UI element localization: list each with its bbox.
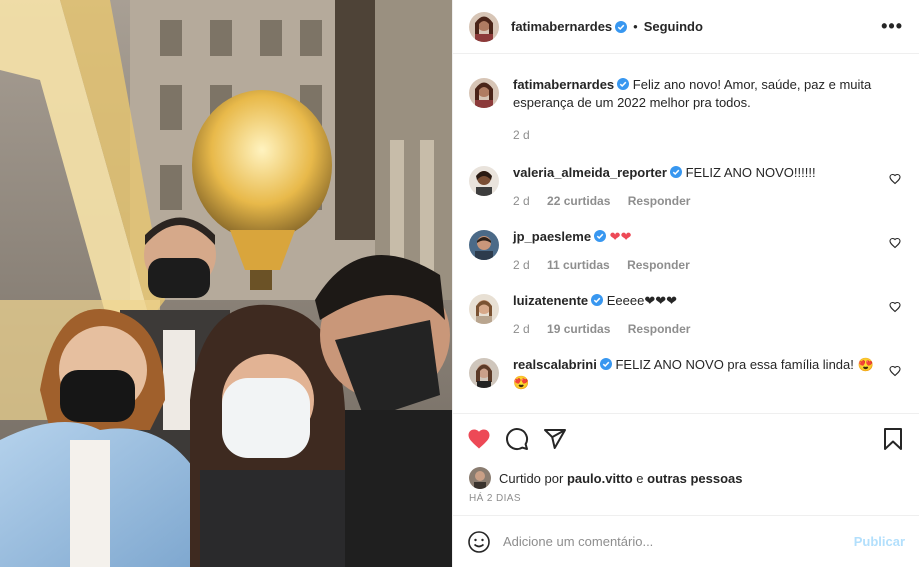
heart-outline-icon[interactable] [889, 301, 901, 313]
comment-body: realscalabrini FELIZ ANO NOVO pra essa f… [513, 356, 903, 392]
author-avatar[interactable] [469, 11, 499, 42]
verified-icon [594, 229, 607, 242]
emoji-icon[interactable] [467, 530, 491, 554]
verified-icon [599, 357, 612, 370]
more-options-icon[interactable]: ••• [881, 16, 903, 37]
heart-outline-icon[interactable] [889, 365, 901, 377]
comment-time[interactable]: 2 d [513, 258, 530, 272]
reply-button[interactable]: Responder [628, 322, 691, 336]
photo-illustration [0, 0, 452, 567]
commenter-avatar[interactable] [469, 294, 499, 324]
verified-icon [669, 165, 682, 178]
verified-icon [617, 77, 630, 90]
post-header: fatimabernardes • Seguindo ••• [453, 0, 919, 54]
post-photo[interactable] [0, 0, 452, 567]
comment-time[interactable]: 2 d [513, 194, 530, 208]
comment-body: luizatenente Eeeee❤❤❤ 2 d 19 curtidas Re… [513, 292, 903, 338]
comment-text: ❤❤ [609, 229, 632, 244]
reply-button[interactable]: Responder [627, 258, 690, 272]
comment-input[interactable] [503, 534, 854, 549]
caption-time[interactable]: 2 d [513, 128, 530, 142]
comment-text: Eeeee❤❤❤ [606, 293, 678, 308]
liked-connector: e [636, 470, 644, 486]
separator-dot: • [633, 19, 638, 34]
comment-body: valeria_almeida_reporter FELIZ ANO NOVO!… [513, 164, 903, 210]
caption-body: fatimabernardes Feliz ano novo! Amor, sa… [513, 76, 903, 144]
bookmark-icon[interactable] [881, 427, 905, 451]
comments-list[interactable]: fatimabernardes Feliz ano novo! Amor, sa… [453, 54, 919, 413]
post-date[interactable]: HÁ 2 DIAS [453, 493, 919, 515]
comment-username[interactable]: luizatenente [513, 293, 588, 308]
comment-likes[interactable]: 11 curtidas [547, 258, 610, 272]
caption: fatimabernardes Feliz ano novo! Amor, sa… [469, 76, 903, 144]
post-container: fatimabernardes • Seguindo ••• fatimaber… [0, 0, 919, 567]
heart-outline-icon[interactable] [889, 173, 901, 185]
liked-prefix: Curtido por [499, 470, 564, 486]
comment-icon[interactable] [505, 427, 529, 451]
add-comment-bar: Publicar [453, 515, 919, 567]
author-username[interactable]: fatimabernardes [511, 19, 612, 34]
commenter-avatar[interactable] [469, 358, 499, 388]
comment-time[interactable]: 2 d [513, 322, 530, 336]
commenter-avatar[interactable] [469, 166, 499, 196]
comment-item: luizatenente Eeeee❤❤❤ 2 d 19 curtidas Re… [469, 292, 903, 338]
verified-icon [615, 20, 628, 33]
comment-item: jp_paesleme ❤❤ 2 d 11 curtidas Responder [469, 228, 903, 274]
caption-avatar[interactable] [469, 78, 499, 108]
share-icon[interactable] [543, 427, 567, 451]
liker-username[interactable]: paulo.vitto [567, 471, 633, 486]
heart-filled-icon[interactable] [467, 427, 491, 451]
comment-body: jp_paesleme ❤❤ 2 d 11 curtidas Responder [513, 228, 903, 274]
comment-item: realscalabrini FELIZ ANO NOVO pra essa f… [469, 356, 903, 392]
commenter-avatar[interactable] [469, 230, 499, 260]
verified-icon [591, 293, 604, 306]
comment-meta: 2 d 19 curtidas Responder [513, 320, 877, 338]
action-bar [453, 413, 919, 463]
comment-item: valeria_almeida_reporter FELIZ ANO NOVO!… [469, 164, 903, 210]
comment-username[interactable]: jp_paesleme [513, 229, 591, 244]
caption-username[interactable]: fatimabernardes [513, 77, 614, 92]
comment-likes[interactable]: 22 curtidas [547, 194, 610, 208]
follow-status-button[interactable]: Seguindo [644, 19, 703, 34]
liker-avatar[interactable] [469, 467, 491, 489]
publish-button[interactable]: Publicar [854, 534, 905, 549]
comment-meta: 2 d 22 curtidas Responder [513, 192, 877, 210]
comment-meta: 2 d 11 curtidas Responder [513, 256, 877, 274]
caption-meta: 2 d [513, 126, 877, 144]
comment-username[interactable]: valeria_almeida_reporter [513, 165, 667, 180]
heart-outline-icon[interactable] [889, 237, 901, 249]
liked-by: Curtido por paulo.vitto e outras pessoas [453, 463, 919, 493]
comment-text: FELIZ ANO NOVO!!!!!! [685, 165, 816, 180]
comment-username[interactable]: realscalabrini [513, 357, 597, 372]
comment-likes[interactable]: 19 curtidas [547, 322, 610, 336]
post-sidebar: fatimabernardes • Seguindo ••• fatimaber… [452, 0, 919, 567]
reply-button[interactable]: Responder [628, 194, 691, 208]
liked-others[interactable]: outras pessoas [647, 471, 742, 486]
